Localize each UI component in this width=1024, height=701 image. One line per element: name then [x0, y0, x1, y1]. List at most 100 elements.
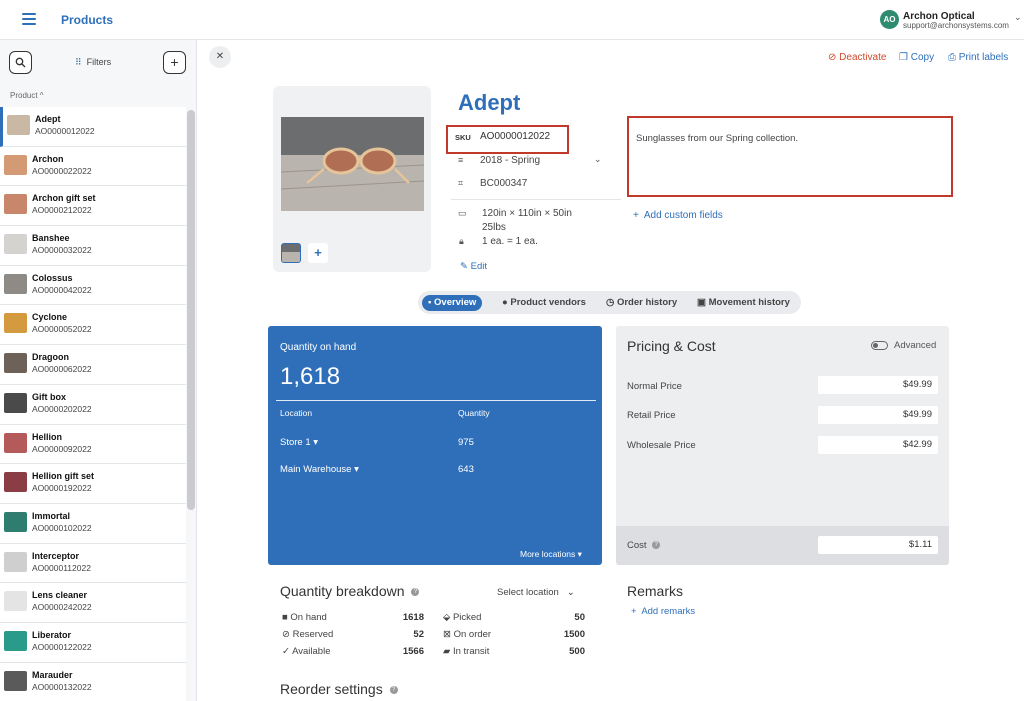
product-thumbnail — [4, 472, 27, 493]
deactivate-button[interactable]: ⊘ Deactivate — [828, 52, 886, 63]
breakdown-title-text: Quantity breakdown — [280, 583, 405, 599]
advanced-label: Advanced — [894, 340, 937, 351]
help-icon[interactable]: ? — [652, 541, 661, 550]
sidebar-item-name: Gift box — [32, 391, 66, 402]
quantity-divider — [276, 400, 596, 401]
overview-icon: ▪ — [428, 297, 432, 308]
product-image-thumbnail[interactable] — [281, 243, 301, 263]
meta-divider — [451, 199, 621, 200]
sidebar-item-liberator[interactable]: Liberator AO0000122022 — [0, 622, 186, 663]
tab-label: Overview — [434, 297, 477, 308]
location-row-store-1[interactable]: Store 1 ▾ — [280, 437, 318, 448]
sidebar-scrollbar[interactable] — [187, 110, 195, 510]
breakdown-on-hand: ■ On hand — [282, 612, 327, 623]
retail-price-input[interactable]: $49.99 — [818, 406, 938, 424]
sidebar-item-cyclone[interactable]: Cyclone AO0000052022 — [0, 305, 186, 346]
sidebar-item-gift-box[interactable]: Gift box AO0000202022 — [0, 384, 186, 425]
sidebar-item-archon-gift-set[interactable]: Archon gift set AO0000212022 — [0, 186, 186, 227]
location-qty-main-warehouse: 643 — [458, 464, 474, 475]
sidebar-item-code: AO0000052022 — [32, 324, 92, 335]
sidebar-item-code: AO0000242022 — [32, 602, 92, 613]
add-custom-fields-button[interactable]: + Add custom fields — [633, 210, 723, 221]
edit-label: Edit — [470, 261, 487, 272]
product-thumbnail — [7, 115, 30, 135]
filters-button[interactable]: ⠿ Filters — [75, 57, 111, 68]
sidebar-item-name: Interceptor — [32, 550, 80, 561]
normal-price-input[interactable]: $49.99 — [818, 376, 938, 394]
location-row-main-warehouse[interactable]: Main Warehouse ▾ — [280, 464, 359, 475]
wholesale-price-input[interactable]: $42.99 — [818, 436, 938, 454]
sidebar-item-code: AO0000022022 — [32, 165, 92, 176]
in-transit-label: In transit — [452, 646, 490, 657]
breakdown-picked: ⬙ Picked — [443, 612, 481, 623]
add-image-button[interactable]: + — [308, 243, 328, 263]
add-product-button[interactable]: + — [163, 51, 186, 74]
product-thumbnail — [4, 392, 27, 413]
on-hand-value: 1618 — [402, 612, 424, 623]
breakdown-reserved: ⊘ Reserved — [282, 629, 333, 640]
sidebar-item-code: AO0000192022 — [32, 483, 92, 494]
product-thumbnail — [4, 273, 27, 294]
help-icon[interactable]: ? — [411, 588, 420, 597]
help-icon[interactable]: ? — [389, 686, 398, 695]
sidebar-item-immortal[interactable]: Immortal AO0000102022 — [0, 503, 186, 544]
print-labels-button[interactable]: ⎙ Print labels — [948, 52, 1008, 63]
sidebar-item-banshee[interactable]: Banshee AO0000032022 — [0, 226, 186, 266]
sidebar-item-name: Adept — [35, 114, 61, 124]
add-remarks-label: Add remarks — [641, 606, 696, 617]
tab-product-vendors[interactable]: ● Product vendors — [496, 295, 592, 311]
product-thumbnail — [4, 194, 27, 215]
product-thumbnail — [4, 313, 27, 334]
box-icon: ▣ — [697, 297, 706, 308]
sidebar-item-hellion-gift-set[interactable]: Hellion gift set AO0000192022 — [0, 464, 186, 504]
product-photo[interactable] — [281, 117, 424, 211]
sidebar-item-code: AO0000042022 — [32, 284, 92, 295]
page-title: Products — [61, 13, 114, 27]
more-locations-button[interactable]: More locations ▾ — [520, 549, 582, 560]
chevron-down-icon[interactable]: ⌄ — [1014, 12, 1022, 23]
add-remarks-button[interactable]: + Add remarks — [631, 606, 695, 617]
tab-overview[interactable]: ▪ Overview — [422, 295, 483, 311]
product-thumbnail — [4, 551, 27, 572]
chevron-down-icon[interactable]: ⌄ — [594, 154, 602, 165]
sidebar-item-adept[interactable]: Adept AO0000012022 — [0, 107, 186, 147]
search-icon — [15, 57, 26, 68]
bag-icon: 🔒︎ — [459, 236, 464, 246]
sidebar-item-archon[interactable]: Archon AO0000022022 — [0, 146, 186, 187]
hamburger-menu-icon[interactable] — [22, 13, 36, 25]
product-title: Adept — [458, 90, 521, 115]
copy-icon: ❐ — [899, 52, 908, 63]
in-transit-value: 500 — [569, 646, 585, 657]
sidebar-item-name: Hellion gift set — [32, 471, 95, 482]
sidebar-item-colossus[interactable]: Colossus AO0000042022 — [0, 265, 186, 306]
quantity-label: Quantity on hand — [280, 342, 357, 353]
custom-fields-label: Add custom fields — [643, 210, 723, 221]
edit-button[interactable]: ✎ Edit — [460, 261, 487, 272]
location-qty-store-1: 975 — [458, 437, 474, 448]
cost-label: Cost ? — [627, 540, 661, 551]
sidebar-item-dragoon[interactable]: Dragoon AO0000062022 — [0, 345, 186, 385]
quantity-header: Quantity — [458, 408, 490, 418]
sidebar-item-interceptor[interactable]: Interceptor AO0000112022 — [0, 543, 186, 584]
close-button[interactable]: ✕ — [209, 46, 231, 68]
select-location-dropdown[interactable]: Select location ⌄ — [497, 587, 575, 598]
sort-product-header[interactable]: Product ^ — [10, 91, 44, 100]
sidebar-item-lens-cleaner[interactable]: Lens cleaner AO0000242022 — [0, 583, 186, 623]
cost-input[interactable]: $1.11 — [818, 536, 938, 554]
quantity-breakdown-title: Quantity breakdown ? — [280, 583, 420, 599]
cost-label-text: Cost — [627, 540, 647, 551]
sidebar-item-name: Dragoon — [32, 352, 69, 363]
description-textarea[interactable] — [627, 116, 953, 197]
advanced-toggle[interactable] — [871, 341, 888, 350]
quantity-card: Quantity on hand 1,618 Location Quantity… — [268, 326, 602, 565]
season-value[interactable]: 2018 - Spring — [480, 155, 540, 166]
copy-button[interactable]: ❐ Copy — [899, 52, 934, 63]
printer-icon: ⎙ — [948, 52, 956, 63]
sidebar-item-marauder[interactable]: Marauder AO0000132022 — [0, 662, 186, 701]
tab-order-history[interactable]: ◷ Order history — [600, 295, 683, 311]
sidebar-item-hellion[interactable]: Hellion AO0000092022 — [0, 424, 186, 465]
tab-movement-history[interactable]: ▣ Movement history — [691, 295, 796, 311]
product-list: Adept AO0000012022 Archon AO0000022022 Archo… — [0, 107, 186, 701]
search-button[interactable] — [9, 51, 32, 74]
avatar[interactable]: AO — [880, 10, 899, 29]
